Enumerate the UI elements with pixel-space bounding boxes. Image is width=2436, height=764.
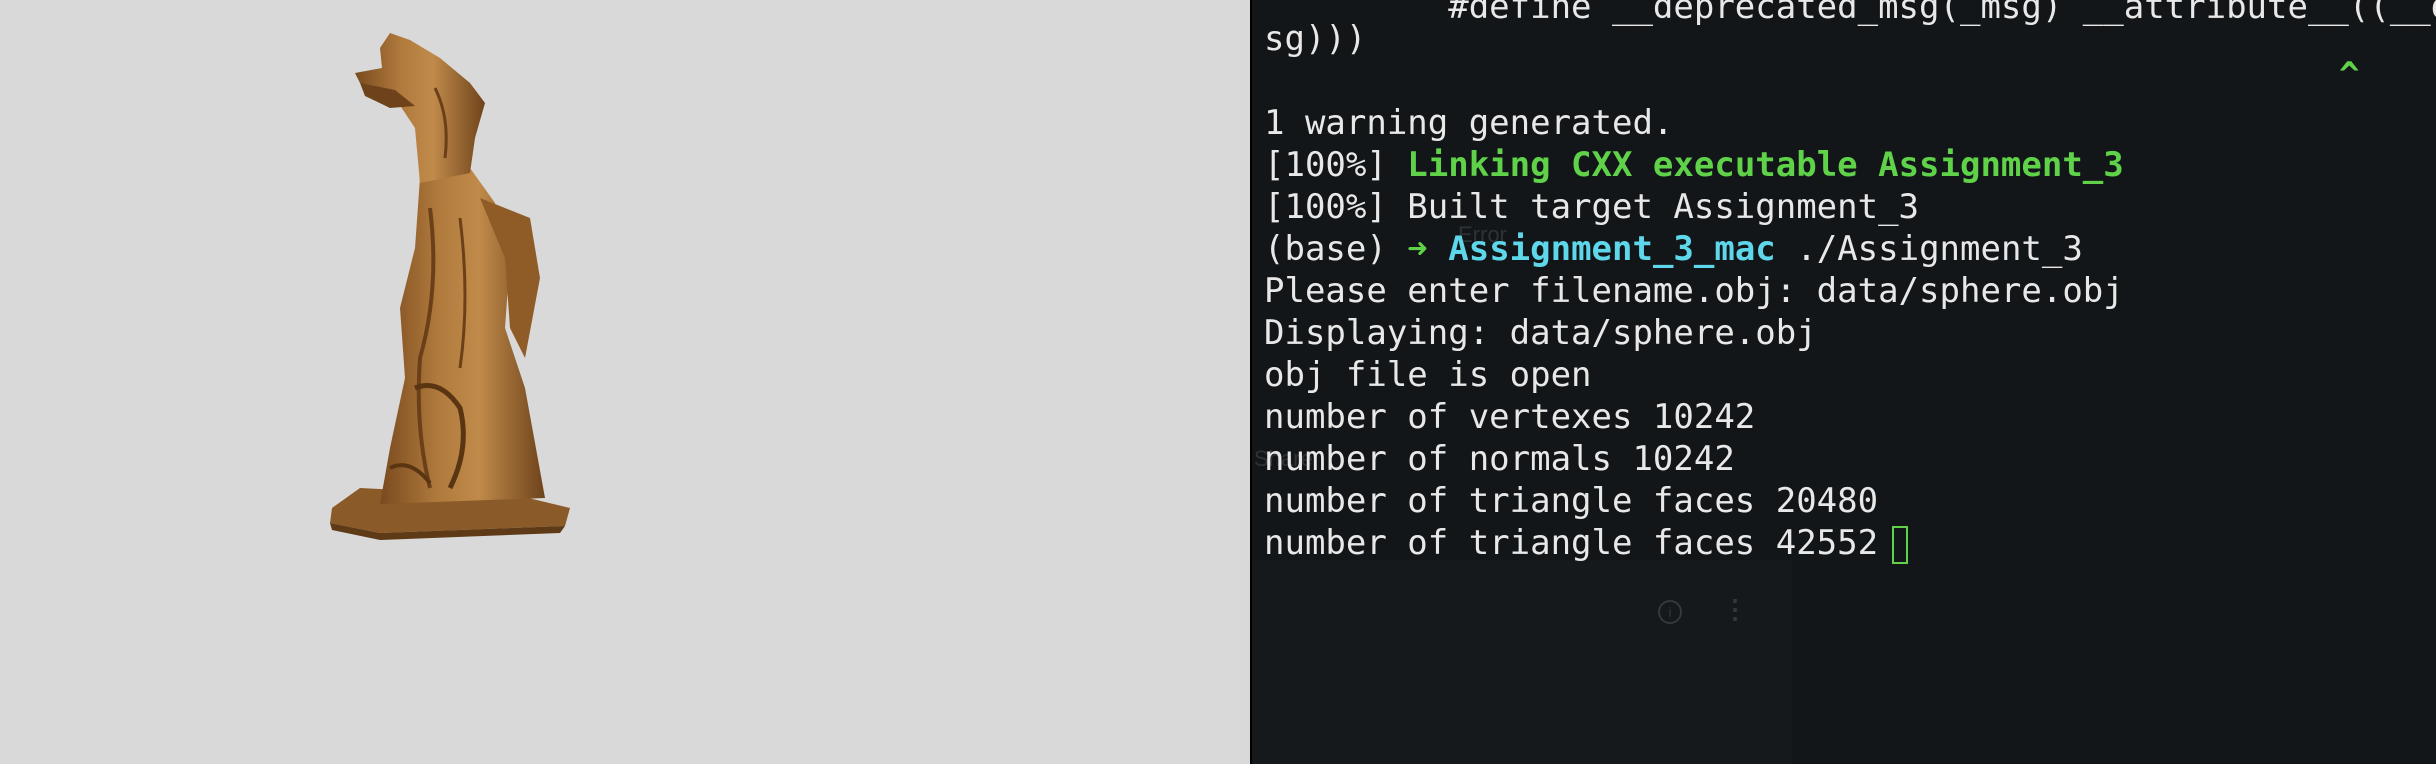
gargoyle-model [330, 33, 570, 540]
info-icon: i [1658, 600, 1682, 624]
terminal-line: obj file is open [1264, 355, 1592, 395]
terminal-line: number of normals 10242 [1264, 439, 1735, 479]
terminal-window[interactable]: Error Share i ⋮ #define __deprecated_msg… [1250, 0, 2436, 764]
terminal-line: number of triangle faces 42552 [1264, 522, 1909, 564]
current-directory: Assignment_3_mac [1448, 229, 1776, 269]
terminal-line: Displaying: data/sphere.obj [1264, 313, 1817, 353]
terminal-line: number of vertexes 10242 [1264, 397, 1756, 437]
terminal-line: [100%] Linking CXX executable Assignment… [1264, 144, 2124, 186]
progress-prefix: [100%] [1264, 145, 1408, 185]
command-text: ./Assignment_3 [1775, 229, 2083, 269]
terminal-line: 1 warning generated. [1264, 103, 1674, 143]
linking-status: Linking CXX executable Assignment_3 [1407, 145, 2124, 185]
last-output: number of triangle faces 42552 [1264, 523, 1879, 563]
terminal-line: [100%] Built target Assignment_3 [1264, 187, 1920, 227]
more-vertical-icon: ⋮ [1722, 594, 1748, 624]
error-caret: ^ [2339, 55, 2360, 95]
terminal-prompt: (base) ➜ Assignment_3_mac ./Assignment_3 [1264, 228, 2083, 270]
prompt-arrow-icon: ➜ [1407, 229, 1428, 269]
terminal-line: sg))) [1264, 19, 1367, 59]
terminal-line: number of triangle faces 20480 [1264, 481, 1879, 521]
conda-env: (base) [1264, 229, 1408, 269]
terminal-line: #define __deprecated_msg(_msg) __attribu… [1264, 0, 2436, 27]
opengl-viewport[interactable] [0, 0, 1250, 764]
block-cursor[interactable] [1892, 525, 1909, 564]
background-panel [1252, 560, 1792, 764]
terminal-line: Please enter filename.obj: data/sphere.o… [1264, 271, 2124, 311]
